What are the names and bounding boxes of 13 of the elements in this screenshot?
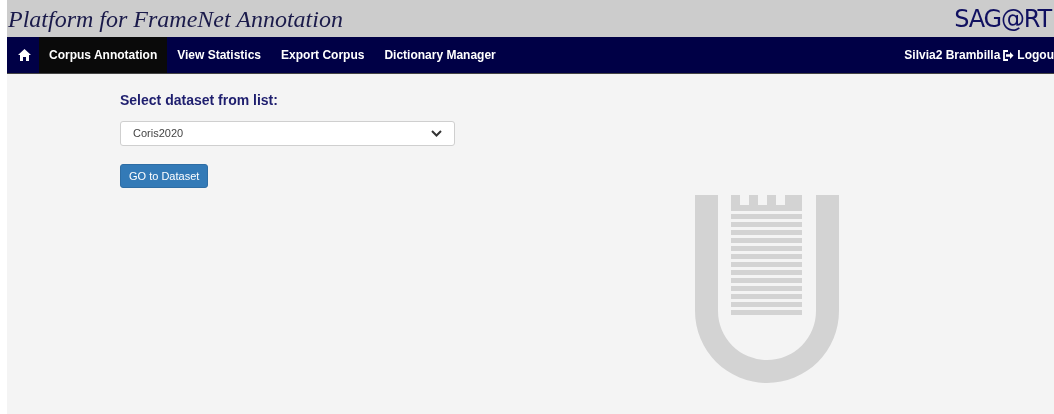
logout-link[interactable]: Logou [1017, 46, 1054, 64]
user-name: Silvia2 Brambilla [904, 47, 1001, 64]
nav-tab[interactable]: Dictionary Manager [374, 37, 506, 73]
chevron-icon [431, 130, 442, 137]
logo-text: SAG@RT [954, 6, 1051, 31]
nav-tab[interactable]: Export Corpus [271, 37, 375, 73]
nav-tab[interactable]: Corpus Annotation [39, 37, 168, 73]
nav-tab[interactable]: View Statistics [167, 37, 272, 73]
site-title: Platform for FrameNet Annotation [8, 6, 343, 31]
dataset-select[interactable]: Coris2020 [120, 121, 455, 146]
logout-icon[interactable] [1003, 49, 1015, 61]
go-button[interactable]: GO to Dataset [120, 164, 209, 188]
form-label: Select dataset from list: [120, 91, 278, 110]
